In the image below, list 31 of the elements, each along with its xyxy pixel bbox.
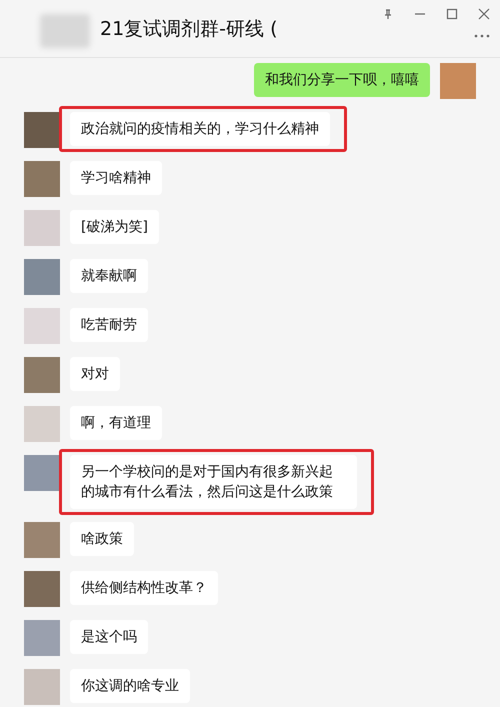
window-title: 21复试调剂群-研线 ( bbox=[100, 17, 278, 42]
avatar[interactable] bbox=[24, 308, 60, 344]
message-bubble: 就奉献啊 bbox=[70, 259, 148, 293]
avatar[interactable] bbox=[24, 357, 60, 393]
avatar[interactable] bbox=[24, 210, 60, 246]
avatar[interactable] bbox=[24, 259, 60, 295]
message-bubble: 供给侧结构性改革？ bbox=[70, 571, 218, 605]
avatar[interactable] bbox=[24, 620, 60, 656]
message-bubble: 另一个学校问的是对于国内有很多新兴起的城市有什么看法，然后问这是什么政策 bbox=[70, 455, 357, 509]
avatar[interactable] bbox=[24, 571, 60, 607]
close-icon[interactable] bbox=[478, 8, 490, 20]
message-bubble: 对对 bbox=[70, 357, 120, 391]
message-bubble: 吃苦耐劳 bbox=[70, 308, 148, 342]
avatar[interactable] bbox=[24, 161, 60, 197]
message-bubble: 是这个吗 bbox=[70, 620, 148, 654]
message-bubble: 啊，有道理 bbox=[70, 406, 162, 440]
avatar[interactable] bbox=[24, 406, 60, 442]
maximize-icon[interactable] bbox=[446, 8, 458, 20]
more-icon[interactable] bbox=[474, 34, 490, 38]
avatar[interactable] bbox=[440, 63, 476, 99]
message-bubble: 学习啥精神 bbox=[70, 161, 162, 195]
message-bubble: 和我们分享一下呗，嘻嘻 bbox=[254, 63, 430, 97]
message-bubble: [破涕为笑] bbox=[70, 210, 159, 244]
message-bubble: 啥政策 bbox=[70, 522, 134, 556]
message-bubble: 你这调的啥专业 bbox=[70, 669, 190, 703]
avatar[interactable] bbox=[24, 112, 60, 148]
avatar[interactable] bbox=[24, 669, 60, 705]
pin-icon[interactable] bbox=[382, 8, 394, 20]
avatar[interactable] bbox=[24, 455, 60, 491]
avatar[interactable] bbox=[24, 522, 60, 558]
message-bubble: 政治就问的疫情相关的，学习什么精神 bbox=[70, 112, 330, 146]
